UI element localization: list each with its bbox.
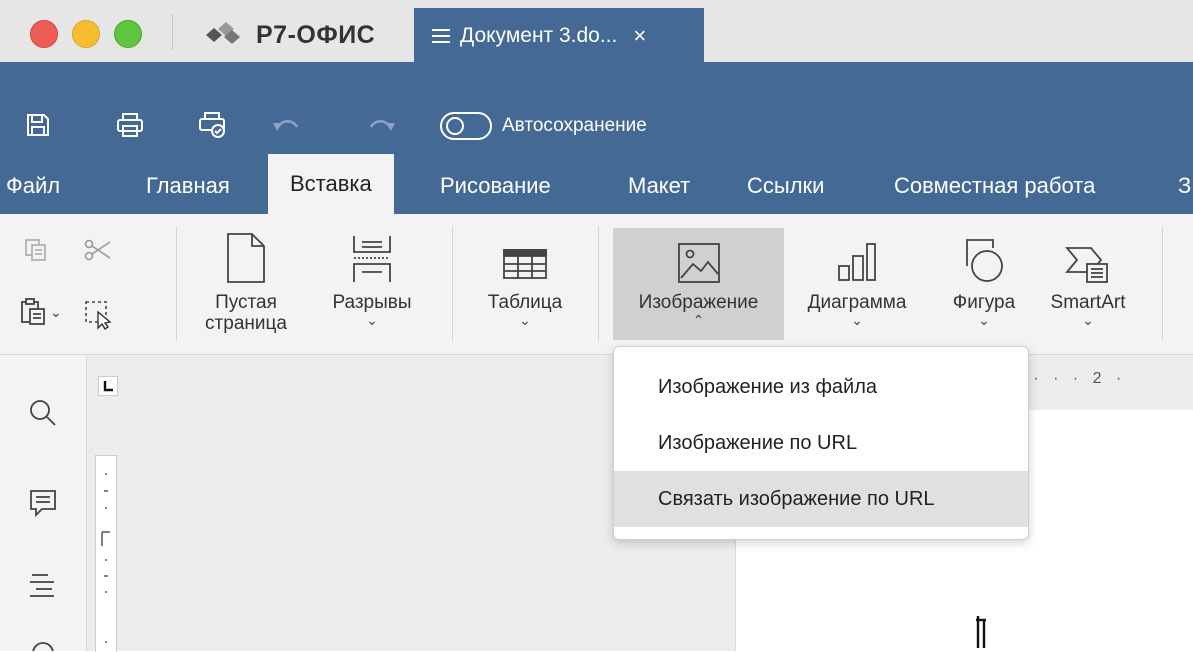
comment-icon[interactable] bbox=[28, 488, 58, 518]
toggle-switch-icon[interactable] bbox=[440, 112, 492, 140]
search-icon[interactable] bbox=[28, 398, 58, 428]
image-button[interactable]: Изображение ⌃ bbox=[613, 228, 784, 327]
chart-label: Диаграмма bbox=[807, 292, 907, 313]
vertical-ruler bbox=[95, 455, 117, 652]
undo-icon[interactable] bbox=[268, 108, 304, 142]
image-insert-menu: Изображение из файла Изображение по URL … bbox=[613, 346, 1029, 540]
chevron-up-icon: ⌃ bbox=[692, 312, 705, 328]
more-tools-icon[interactable] bbox=[30, 640, 56, 651]
menu-item-image-from-file[interactable]: Изображение из файла bbox=[614, 359, 1028, 415]
table-label: Таблица bbox=[487, 292, 563, 313]
chevron-down-icon: ⌄ bbox=[50, 304, 62, 320]
chart-button[interactable]: Диаграмма ⌄ bbox=[793, 228, 921, 327]
tab-draw[interactable]: Рисование bbox=[440, 162, 551, 210]
tab-document[interactable]: Документ 3.do... × bbox=[414, 8, 704, 63]
hamburger-icon bbox=[432, 28, 450, 44]
paste-icon bbox=[20, 298, 46, 326]
paste-button[interactable]: ⌄ bbox=[20, 298, 62, 326]
breaks-label: Разрывы bbox=[332, 292, 412, 313]
shape-label: Фигура bbox=[952, 292, 1016, 313]
ribbon-divider bbox=[176, 226, 177, 341]
blank-page-button[interactable]: Пустая страница bbox=[196, 228, 296, 334]
tab-home-menu[interactable]: Главная bbox=[146, 162, 230, 210]
menu-item-image-from-url[interactable]: Изображение по URL bbox=[614, 415, 1028, 471]
navigation-icon[interactable] bbox=[28, 572, 58, 598]
tab-insert[interactable]: Вставка bbox=[268, 154, 394, 214]
image-icon bbox=[677, 228, 721, 284]
ribbon-divider bbox=[452, 226, 453, 341]
tab-collaboration[interactable]: Совместная работа bbox=[894, 162, 1095, 210]
print-icon[interactable] bbox=[112, 108, 148, 142]
autosave-toggle[interactable]: Автосохранение bbox=[440, 112, 647, 140]
breaks-button[interactable]: Разрывы ⌄ bbox=[318, 228, 426, 327]
tab-file[interactable]: Файл bbox=[6, 162, 60, 210]
quick-print-icon[interactable] bbox=[194, 108, 230, 142]
table-icon bbox=[502, 228, 548, 284]
page-break-icon bbox=[350, 228, 394, 284]
chart-icon bbox=[833, 228, 881, 284]
blank-page-label-1: Пустая bbox=[215, 292, 277, 313]
ribbon-divider bbox=[1162, 226, 1163, 341]
app-name: Р7-ОФИС bbox=[256, 20, 376, 49]
chevron-down-icon: ⌄ bbox=[366, 312, 378, 328]
tab-home[interactable]: Р7-ОФИС bbox=[182, 8, 408, 62]
close-window-button[interactable] bbox=[30, 20, 58, 48]
image-label: Изображение bbox=[638, 292, 759, 313]
minimize-window-button[interactable] bbox=[72, 20, 100, 48]
blank-page-icon bbox=[226, 228, 266, 284]
cut-icon[interactable] bbox=[84, 238, 112, 262]
chevron-down-icon: ⌄ bbox=[1082, 312, 1094, 328]
chevron-down-icon: ⌄ bbox=[519, 312, 531, 328]
save-icon[interactable] bbox=[20, 108, 56, 142]
chevron-down-icon: ⌄ bbox=[851, 312, 863, 328]
blank-page-label-2: страница bbox=[205, 313, 287, 334]
tab-more[interactable]: З bbox=[1178, 162, 1191, 210]
shape-icon bbox=[961, 228, 1007, 284]
redo-icon[interactable] bbox=[364, 108, 400, 142]
text-cursor-icon bbox=[972, 612, 992, 648]
chevron-down-icon: ⌄ bbox=[978, 312, 990, 328]
select-all-icon[interactable] bbox=[84, 300, 114, 330]
tab-references[interactable]: Ссылки bbox=[747, 162, 824, 210]
tab-layout[interactable]: Макет bbox=[628, 162, 690, 210]
tab-stop-selector[interactable] bbox=[98, 376, 118, 396]
table-button[interactable]: Таблица ⌄ bbox=[470, 228, 580, 327]
menu-item-link-image-url[interactable]: Связать изображение по URL bbox=[614, 471, 1028, 527]
ribbon-divider bbox=[598, 226, 599, 341]
shape-button[interactable]: Фигура ⌄ bbox=[934, 228, 1034, 327]
horizontal-ruler: 1 · · · 2 · bbox=[1010, 370, 1127, 387]
maximize-window-button[interactable] bbox=[114, 20, 142, 48]
smartart-icon bbox=[1063, 228, 1113, 284]
close-tab-icon[interactable]: × bbox=[633, 23, 646, 49]
copy-icon[interactable] bbox=[24, 238, 48, 262]
document-tab-title: Документ 3.do... bbox=[460, 23, 618, 47]
r7-logo-icon bbox=[204, 20, 244, 50]
smartart-button[interactable]: SmartArt ⌄ bbox=[1036, 228, 1140, 327]
titlebar-divider bbox=[172, 14, 173, 50]
autosave-label: Автосохранение bbox=[502, 115, 647, 136]
smartart-label: SmartArt bbox=[1050, 292, 1126, 313]
